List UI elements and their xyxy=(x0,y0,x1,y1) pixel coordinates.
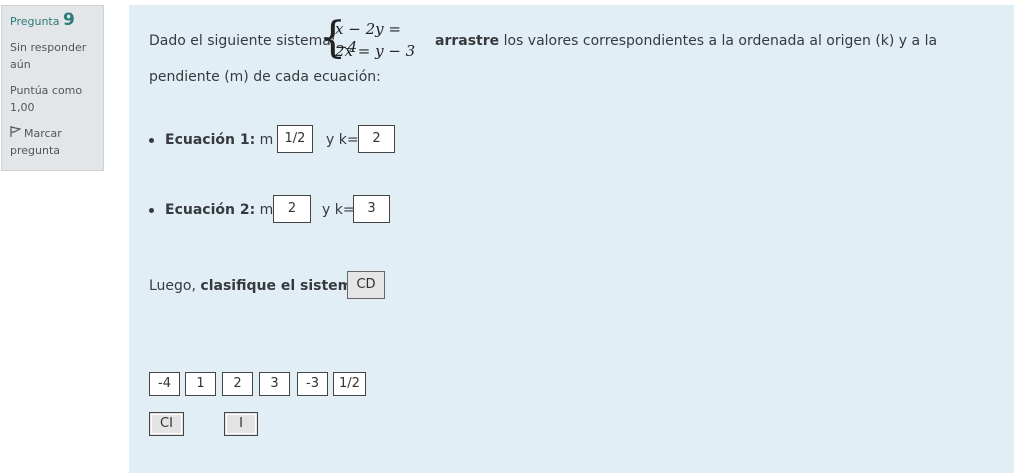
drop-slot-eq2-m[interactable]: 2 xyxy=(273,195,311,223)
bullet xyxy=(149,208,154,213)
drop-slot-eq2-k[interactable]: 3 xyxy=(353,195,390,223)
intro-text: Dado el siguiente sistema: xyxy=(149,33,336,49)
drag-choice[interactable]: 3 xyxy=(259,372,290,396)
eq1-row-label: Ecuación 1: m = xyxy=(165,132,290,148)
drop-slot-eq1-k[interactable]: 2 xyxy=(358,125,395,153)
drop-slot-classify[interactable]: CD xyxy=(347,271,385,299)
equation-system: { x − 2y = −4 2x = y − 3 xyxy=(319,14,419,65)
instruction-bold: arrastre xyxy=(435,33,500,49)
flag-question-button[interactable]: Marcar pregunta xyxy=(10,125,95,159)
eq2-row-label: Ecuación 2: m= xyxy=(165,202,285,218)
instruction-line2: pendiente (m) de cada ecuación: xyxy=(149,69,381,85)
question-points: Puntúa como 1,00 xyxy=(10,84,83,114)
drag-choice-classify[interactable]: I xyxy=(224,412,258,436)
drag-choice[interactable]: -3 xyxy=(297,372,328,396)
question-status: Sin responder aún xyxy=(10,41,87,71)
drag-choice-classify[interactable]: CI xyxy=(149,412,184,436)
drag-choice[interactable]: -4 xyxy=(149,372,180,396)
instruction-rest: los valores correspondientes a la ordena… xyxy=(503,33,938,49)
eq1-k-label: y k= xyxy=(326,132,359,148)
equation-2: 2x = y − 3 xyxy=(335,42,416,60)
drag-choice[interactable]: 1 xyxy=(185,372,216,396)
question-number: Pregunta 9 xyxy=(10,10,75,30)
bullet xyxy=(149,138,154,143)
eq2-k-label: y k= xyxy=(322,202,355,218)
question-info-panel: Pregunta 9 Sin responder aún Puntúa como… xyxy=(1,5,104,171)
classify-label: Luego, clasifique el sistema: xyxy=(149,278,366,294)
drop-slot-eq1-m[interactable]: 1/2 xyxy=(277,125,313,153)
instruction-text: arrastre los valores correspondientes a … xyxy=(435,33,937,49)
drag-choice[interactable]: 1/2 xyxy=(333,372,366,396)
drag-choice[interactable]: 2 xyxy=(222,372,253,396)
question-content: Dado el siguiente sistema: { x − 2y = −4… xyxy=(129,5,1014,473)
flag-icon xyxy=(10,125,24,142)
